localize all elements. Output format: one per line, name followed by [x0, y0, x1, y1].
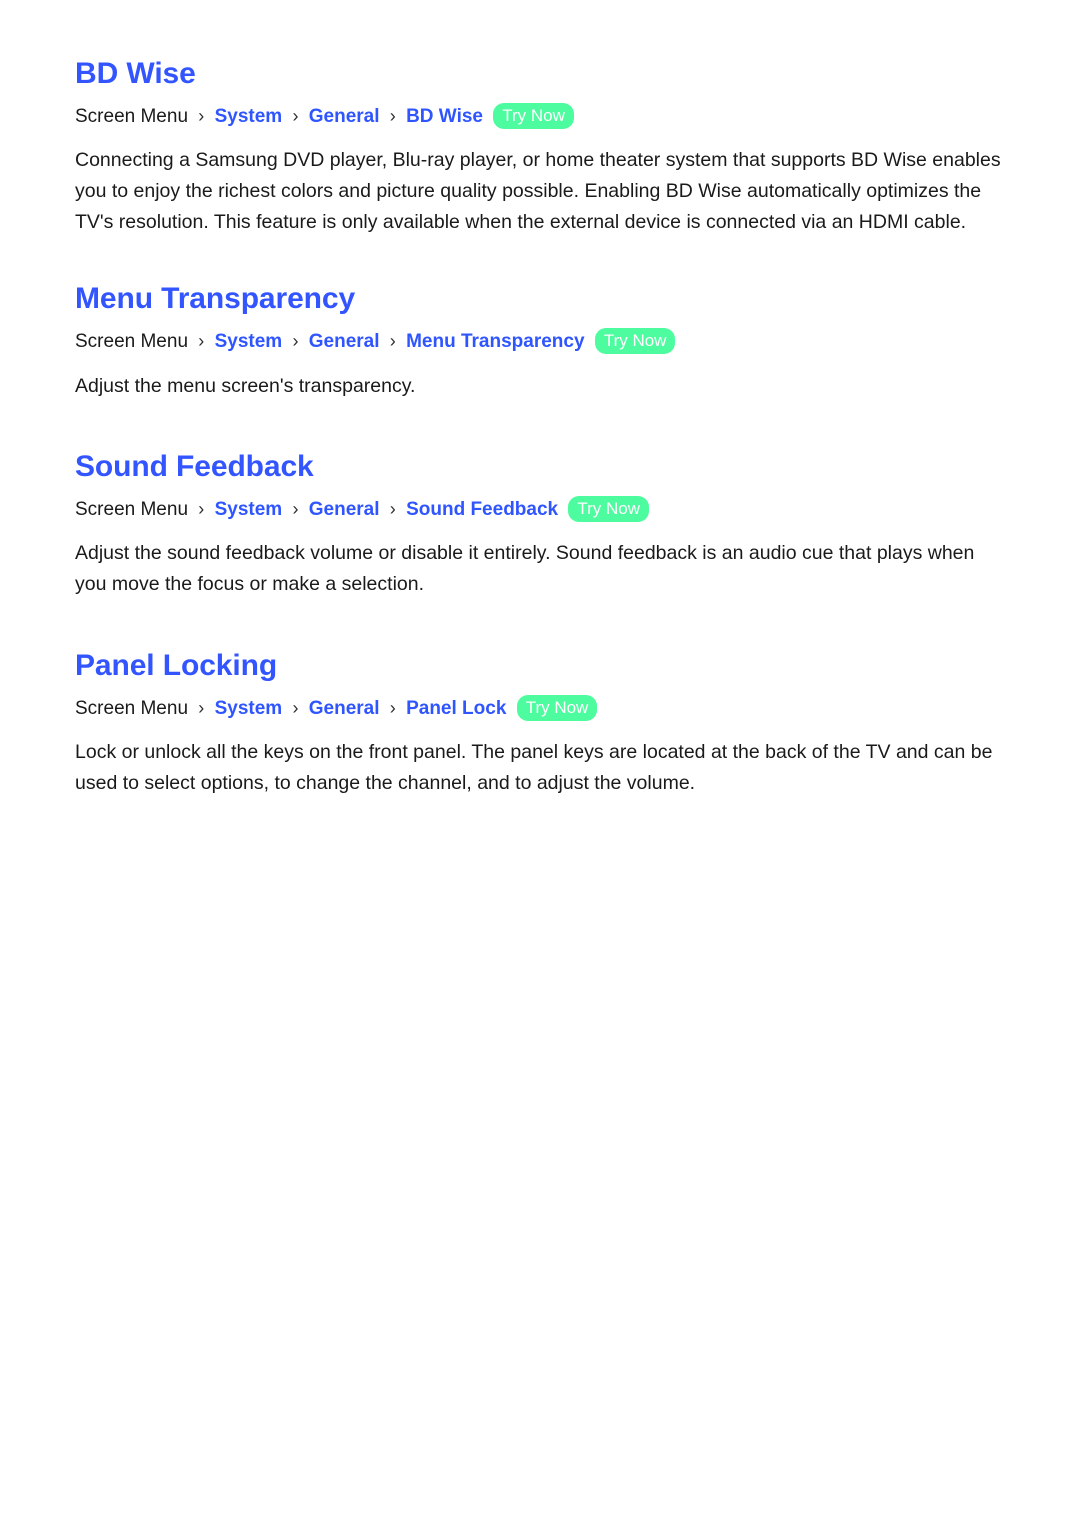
page-title-menu-transparency: Menu Transparency	[75, 282, 356, 316]
body-text-bd-wise: Connecting a Samsung DVD player, Blu-ray…	[75, 149, 1001, 233]
breadcrumb-link-general[interactable]: General	[309, 698, 380, 719]
breadcrumb-link-system[interactable]: System	[215, 106, 283, 127]
breadcrumb-root: Screen Menu	[75, 498, 189, 520]
chevron-right-icon: ›	[292, 331, 299, 352]
breadcrumb-link-panel-lock[interactable]: Panel Lock	[406, 698, 506, 719]
chevron-right-icon: ›	[292, 105, 299, 126]
breadcrumb-link-general[interactable]: General	[309, 106, 380, 127]
breadcrumb-link-general[interactable]: General	[309, 499, 380, 520]
chevron-right-icon: ›	[389, 105, 396, 126]
chevron-right-icon: ›	[292, 697, 299, 718]
try-now-badge-panel-locking[interactable]: Try Now	[516, 694, 598, 721]
try-now-badge-menu-transparency[interactable]: Try Now	[594, 328, 676, 355]
breadcrumb-panel-locking: Screen Menu › System › General › Panel L…	[75, 694, 1005, 724]
breadcrumb-link-system[interactable]: System	[215, 499, 283, 520]
try-now-badge-bd-wise[interactable]: Try Now	[493, 102, 574, 129]
breadcrumb-link-bd-wise[interactable]: BD Wise	[406, 106, 483, 127]
breadcrumb-menu-transparency: Screen Menu › System › General › Menu Tr…	[75, 328, 1005, 357]
page-title-sound-feedback: Sound Feedback	[75, 450, 314, 484]
breadcrumb-bd-wise: Screen Menu › System › General › BD Wise…	[75, 102, 1005, 132]
chevron-right-icon: ›	[292, 498, 299, 519]
breadcrumb-root: Screen Menu	[75, 331, 189, 353]
document-page: BD Wise Screen Menu › System › General ›…	[0, 0, 1080, 1527]
breadcrumb-root: Screen Menu	[75, 697, 189, 719]
chevron-right-icon: ›	[198, 105, 205, 126]
chevron-right-icon: ›	[198, 331, 205, 352]
body-text-panel-locking: Lock or unlock all the keys on the front…	[75, 741, 993, 794]
section-bd-wise: BD Wise Screen Menu › System › General ›…	[75, 56, 1005, 237]
breadcrumb-root: Screen Menu	[75, 105, 189, 127]
section-sound-feedback: Sound Feedback Screen Menu › System › Ge…	[75, 449, 1005, 600]
section-panel-locking: Panel Locking Screen Menu › System › Gen…	[75, 648, 1005, 799]
chevron-right-icon: ›	[389, 331, 396, 352]
page-title-panel-locking: Panel Locking	[75, 649, 278, 683]
body-text-sound-feedback: Adjust the sound feedback volume or disa…	[75, 542, 975, 596]
body-text-menu-transparency: Adjust the menu screen's transparency.	[75, 374, 416, 397]
page-title-bd-wise: BD Wise	[75, 57, 196, 90]
chevron-right-icon: ›	[389, 697, 396, 718]
breadcrumb-link-sound-feedback[interactable]: Sound Feedback	[406, 499, 558, 520]
try-now-badge-sound-feedback[interactable]: Try Now	[568, 495, 650, 522]
section-menu-transparency: Menu Transparency Screen Menu › System ›…	[75, 281, 1005, 401]
breadcrumb-link-menu-transparency[interactable]: Menu Transparency	[406, 331, 584, 352]
chevron-right-icon: ›	[389, 498, 396, 519]
chevron-right-icon: ›	[198, 498, 205, 519]
breadcrumb-link-general[interactable]: General	[309, 331, 380, 352]
chevron-right-icon: ›	[198, 697, 205, 718]
breadcrumb-sound-feedback: Screen Menu › System › General › Sound F…	[75, 495, 1005, 525]
breadcrumb-link-system[interactable]: System	[215, 698, 283, 719]
breadcrumb-link-system[interactable]: System	[215, 331, 283, 352]
